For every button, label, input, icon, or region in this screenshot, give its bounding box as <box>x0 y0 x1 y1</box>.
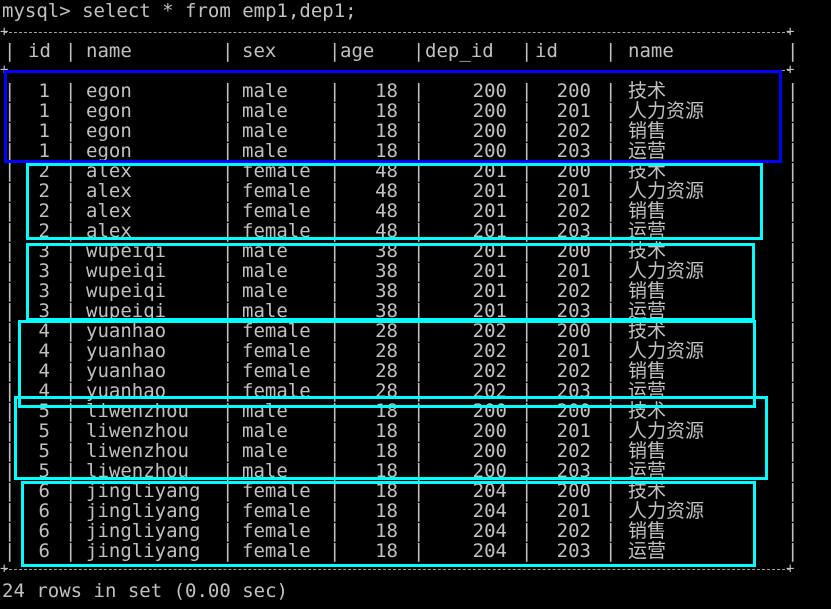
column-separator: | <box>787 500 799 522</box>
column-separator: | <box>787 40 799 62</box>
column-separator: | <box>4 200 16 222</box>
column-separator: | <box>787 540 799 562</box>
column-separator: | <box>4 340 16 362</box>
column-separator: | <box>787 120 799 142</box>
column-separator: | <box>4 40 16 62</box>
column-separator: | <box>787 200 799 222</box>
table-corner-plus: + <box>0 561 9 577</box>
table-corner-plus: + <box>786 24 795 40</box>
column-separator: | <box>787 260 799 282</box>
column-separator: | <box>4 480 16 502</box>
column-separator: | <box>787 80 799 102</box>
column-separator: | <box>787 220 799 242</box>
column-separator: | <box>4 280 16 302</box>
table-border-line <box>4 569 790 570</box>
column-separator: | <box>787 380 799 402</box>
column-header: id <box>28 40 51 62</box>
column-separator: | <box>4 160 16 182</box>
highlight-box <box>26 243 755 321</box>
column-separator: | <box>4 320 16 342</box>
result-footer: 24 rows in set (0.00 sec) <box>2 580 288 602</box>
column-separator: | <box>4 520 16 542</box>
column-separator: | <box>787 140 799 162</box>
highlight-box <box>21 481 756 567</box>
table-corner-plus: + <box>786 561 795 577</box>
column-header: id <box>535 40 558 62</box>
column-separator: | <box>4 220 16 242</box>
highlight-box <box>18 320 756 408</box>
column-header: dep_id <box>425 40 494 62</box>
column-separator: | <box>787 240 799 262</box>
command-prompt: mysql> select * from emp1,dep1; <box>2 0 357 22</box>
column-separator: | <box>787 420 799 442</box>
column-separator: | <box>4 540 16 562</box>
table-corner-plus: + <box>786 62 795 78</box>
highlight-box <box>14 396 768 480</box>
column-separator: | <box>787 300 799 322</box>
table-border-line <box>4 32 790 33</box>
column-separator: | <box>787 520 799 542</box>
column-header: sex <box>242 40 277 62</box>
column-separator: | <box>787 320 799 342</box>
highlight-box <box>4 70 782 163</box>
column-separator: | <box>4 360 16 382</box>
column-separator: | <box>787 160 799 182</box>
column-separator: | <box>413 40 425 62</box>
column-header: name <box>628 40 674 62</box>
column-header: name <box>86 40 132 62</box>
column-header: age <box>340 40 375 62</box>
column-separator: | <box>787 460 799 482</box>
highlight-box <box>26 163 763 240</box>
column-separator: | <box>787 100 799 122</box>
table-corner-plus: + <box>0 24 9 40</box>
column-separator: | <box>4 240 16 262</box>
column-separator: | <box>605 40 617 62</box>
column-separator: | <box>65 40 77 62</box>
column-separator: | <box>787 440 799 462</box>
column-separator: | <box>787 280 799 302</box>
column-separator: | <box>4 260 16 282</box>
column-separator: | <box>4 300 16 322</box>
column-separator: | <box>787 400 799 422</box>
column-separator: | <box>787 360 799 382</box>
column-separator: | <box>787 180 799 202</box>
column-separator: | <box>4 180 16 202</box>
column-separator: | <box>521 40 533 62</box>
column-separator: | <box>787 340 799 362</box>
column-separator: | <box>4 500 16 522</box>
column-separator: | <box>787 480 799 502</box>
